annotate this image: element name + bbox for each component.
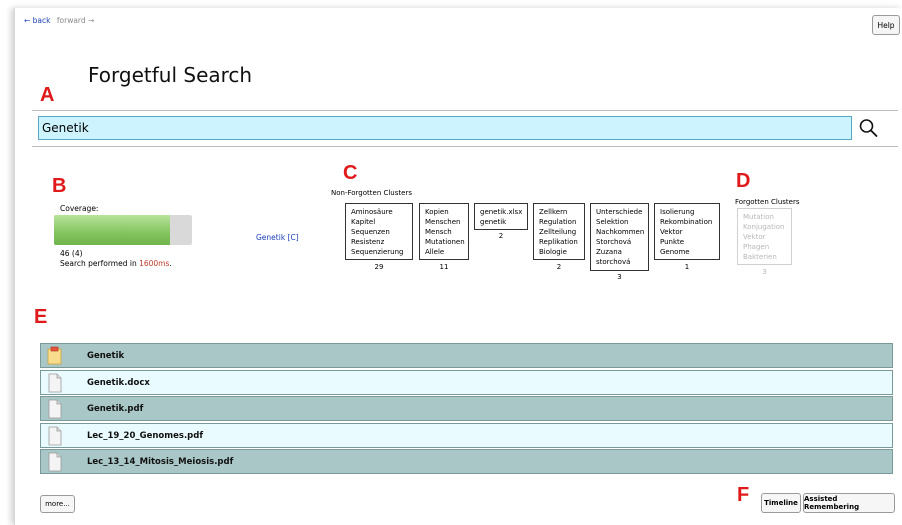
cluster-term: Unterschiede	[596, 208, 643, 216]
search-time-value: 1600ms	[139, 259, 170, 268]
cluster-term: Bakterien	[743, 253, 777, 261]
cluster-term: Biologie	[539, 248, 567, 256]
cluster-term: Menschen	[425, 218, 461, 226]
cluster-term: Sequenzierung	[351, 248, 404, 256]
history-nav: ← back forward →	[24, 16, 94, 25]
cluster-term: Selektion	[596, 218, 629, 226]
cluster-term: Phagen	[743, 243, 770, 251]
more-button[interactable]: more...	[40, 495, 75, 513]
cluster-term: Aminosäure	[351, 208, 393, 216]
result-label: Lec_13_14_Mitosis_Meiosis.pdf	[87, 456, 234, 467]
cluster-term: storchová	[596, 258, 631, 266]
document-icon	[46, 399, 64, 419]
cluster-term: Allele	[425, 248, 445, 256]
cluster-term: Storchová	[596, 238, 632, 246]
annotation-c: C	[343, 162, 358, 184]
cluster-count: 11	[439, 263, 449, 271]
coverage-bar	[54, 215, 192, 245]
cluster-count: 1	[684, 263, 690, 271]
forgotten-label: Forgotten Clusters	[735, 198, 800, 206]
query-link[interactable]: Genetik [C]	[256, 233, 299, 242]
result-row[interactable]: Genetik.docx	[40, 370, 893, 395]
back-link[interactable]: ← back	[24, 16, 51, 25]
cluster-term: Rekombination	[660, 218, 713, 226]
timeline-button[interactable]: Timeline	[761, 493, 801, 513]
cluster-count: 2	[556, 263, 562, 271]
cluster-count: 3	[617, 273, 622, 281]
non-forgotten-label: Non-Forgotten Clusters	[331, 189, 412, 197]
cluster-term: Mutationen	[425, 238, 465, 246]
search-time-prefix: Search performed in	[60, 259, 140, 268]
cluster-0[interactable]: Aminosäure Kapitel Sequenzen Resistenz S…	[345, 203, 413, 260]
assisted-remembering-button[interactable]: Assisted Remembering	[803, 493, 895, 513]
forward-link[interactable]: forward →	[57, 16, 94, 25]
annotation-e: E	[34, 306, 48, 328]
cluster-5[interactable]: Isolierung Rekombination Vektor Punkte G…	[654, 203, 720, 260]
cluster-term: Punkte	[660, 238, 685, 246]
result-label: Lec_19_20_Genomes.pdf	[87, 430, 204, 441]
cluster-count: 3	[762, 268, 767, 276]
cluster-term: Kapitel	[351, 218, 376, 226]
annotation-b: B	[52, 175, 67, 197]
cluster-term: Mensch	[425, 228, 452, 236]
cluster-term: Genome	[660, 248, 690, 256]
cluster-term: Mutation	[743, 213, 774, 221]
cluster-term: Zuzana	[596, 248, 622, 256]
cluster-term: Resistenz	[351, 238, 385, 246]
cluster-4[interactable]: Unterschiede Selektion Nachkommen Storch…	[590, 203, 649, 271]
cluster-term: Isolierung	[660, 208, 695, 216]
result-row[interactable]: Lec_19_20_Genomes.pdf	[40, 423, 893, 448]
cluster-term: Vektor	[743, 233, 766, 241]
result-row[interactable]: Genetik	[40, 343, 893, 368]
cluster-count: 2	[498, 232, 504, 240]
cluster-term: Regulation	[539, 218, 577, 226]
result-label: Genetik.pdf	[87, 403, 144, 414]
cluster-3[interactable]: Zellkern Regulation Zellteilung Replikat…	[533, 203, 585, 260]
help-button[interactable]: Help	[872, 15, 900, 35]
cluster-term: genetik	[480, 218, 507, 226]
cluster-count: 29	[374, 263, 384, 271]
result-label: Genetik.docx	[87, 377, 150, 388]
cluster-1[interactable]: Kopien Menschen Mensch Mutationen Allele	[419, 203, 469, 260]
result-count: 46 (4)	[60, 249, 83, 258]
cluster-term: Sequenzen	[351, 228, 390, 236]
coverage-fill	[54, 215, 170, 245]
search-input[interactable]	[38, 116, 852, 140]
document-icon	[46, 452, 64, 472]
search-time: Search performed in 1600ms.	[60, 259, 172, 268]
document-icon	[46, 373, 64, 393]
cluster-term: genetik.xlsx	[480, 208, 523, 216]
result-row[interactable]: Genetik.pdf	[40, 396, 893, 421]
folder-note-icon	[46, 346, 64, 366]
search-time-suffix: .	[169, 259, 172, 268]
cluster-term: Replikation	[539, 238, 578, 246]
cluster-term: Vektor	[660, 228, 683, 236]
forgotten-cluster-0[interactable]: Mutation Konjugation Vektor Phagen Bakte…	[737, 208, 792, 265]
annotation-d: D	[736, 170, 751, 192]
result-row[interactable]: Lec_13_14_Mitosis_Meiosis.pdf	[40, 449, 893, 474]
document-icon	[46, 426, 64, 446]
result-label: Genetik	[87, 350, 125, 361]
page-title: Forgetful Search	[88, 63, 253, 87]
annotation-a: A	[40, 84, 55, 106]
cluster-term: Kopien	[425, 208, 449, 216]
cluster-term: Zellkern	[539, 208, 568, 216]
cluster-term: Nachkommen	[596, 228, 645, 236]
cluster-term: Zellteilung	[539, 228, 577, 236]
search-icon[interactable]	[856, 116, 882, 140]
cluster-2[interactable]: genetik.xlsx genetik	[474, 203, 528, 230]
cluster-term: Konjugation	[743, 223, 785, 231]
coverage-label: Coverage:	[60, 204, 99, 213]
